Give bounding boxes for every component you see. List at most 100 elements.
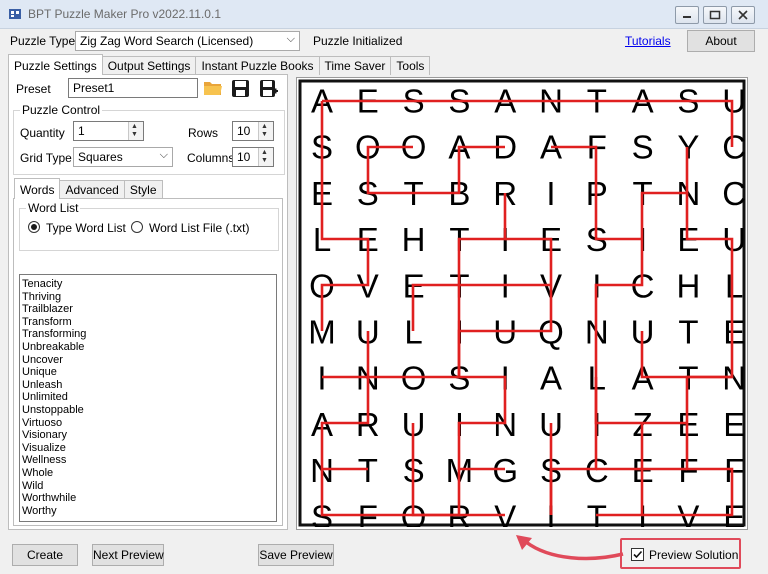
grid-letter: E	[723, 314, 745, 351]
title-bar: BPT Puzzle Maker Pro v2022.11.0.1	[0, 0, 768, 29]
tab-advanced[interactable]: Advanced	[59, 180, 125, 199]
quantity-stepper[interactable]: 1 ▲ ▼	[73, 121, 144, 141]
spin-buttons[interactable]: ▲ ▼	[258, 148, 273, 166]
tutorials-link[interactable]: Tutorials	[625, 34, 671, 48]
puzzle-grid: A E S S A N T A S US O O A D A F S Y CE S T B R I P T N CL E H T I E S I E U…	[298, 79, 746, 527]
word-item: Virtuoso	[22, 416, 63, 429]
puzzle-type-label: Puzzle Type	[10, 34, 76, 48]
grid-letter: G	[492, 452, 518, 489]
tab-output-settings[interactable]: Output Settings	[101, 56, 197, 75]
word-item: Unlimited	[22, 391, 68, 404]
save-icon[interactable]	[231, 79, 250, 98]
spin-buttons[interactable]: ▲ ▼	[258, 122, 273, 140]
tab-tools[interactable]: Tools	[390, 56, 431, 75]
grid-letter: L	[725, 267, 743, 304]
grid-letter: C	[722, 175, 746, 212]
grid-letter: F	[678, 452, 698, 489]
chevron-down-icon: ⌵	[159, 149, 168, 161]
grid-type-select[interactable]: Squares ⌵	[73, 147, 173, 167]
preset-label: Preset	[16, 82, 51, 96]
word-item: Unique	[22, 366, 57, 379]
minimize-button[interactable]	[675, 6, 699, 24]
annotation-arrow	[516, 535, 624, 561]
grid-type-value: Squares	[78, 150, 123, 164]
next-preview-button[interactable]: Next Preview	[92, 544, 164, 566]
word-item: Transforming	[22, 328, 87, 341]
sub-tabs: Words Advanced Style	[14, 178, 163, 199]
create-button[interactable]: Create	[12, 544, 78, 566]
grid-letter: T	[678, 314, 698, 351]
rows-stepper[interactable]: 10 ▲ ▼	[232, 121, 274, 141]
grid-letter: V	[494, 498, 516, 527]
rows-value: 10	[237, 124, 251, 138]
columns-value: 10	[237, 150, 251, 164]
maximize-button[interactable]	[703, 6, 727, 24]
grid-letter: H	[676, 267, 700, 304]
puzzle-type-select[interactable]: Zig Zag Word Search (Licensed) ⌵	[75, 31, 300, 51]
spin-buttons[interactable]: ▲ ▼	[128, 122, 143, 140]
about-button[interactable]: About	[687, 30, 755, 52]
puzzle-control-legend: Puzzle Control	[22, 103, 101, 117]
window-title: BPT Puzzle Maker Pro v2022.11.0.1	[28, 7, 221, 21]
word-item: Unbreakable	[22, 340, 85, 353]
tab-words[interactable]: Words	[14, 178, 61, 199]
minimize-icon	[683, 16, 691, 18]
word-item: Visionary	[22, 429, 68, 442]
app-icon	[9, 9, 21, 19]
word-item: Whole	[22, 466, 54, 479]
chevron-down-icon: ⌵	[286, 33, 295, 45]
preview-solution-checkbox[interactable]	[631, 548, 644, 561]
type-word-list-radio[interactable]	[28, 221, 40, 233]
grid-type-label: Grid Type	[20, 151, 72, 165]
grid-letter: E	[723, 406, 745, 443]
word-item: Tenacity	[22, 278, 63, 290]
quantity-value: 1	[78, 124, 85, 138]
close-button[interactable]	[731, 6, 755, 24]
open-folder-icon[interactable]	[203, 79, 223, 97]
tab-time-saver[interactable]: Time Saver	[318, 56, 392, 75]
grid-letter: V	[677, 498, 699, 527]
grid-letter: F	[358, 498, 378, 527]
preview-solution-label[interactable]: Preview Solution	[649, 548, 738, 562]
close-icon	[738, 10, 748, 20]
columns-label: Columns	[187, 151, 235, 165]
word-list-file-label[interactable]: Word List File (.txt)	[149, 221, 249, 235]
grid-letter: S	[632, 129, 654, 166]
word-item: Thriving	[22, 290, 62, 303]
columns-stepper[interactable]: 10 ▲ ▼	[232, 147, 274, 167]
status-text: Puzzle Initialized	[313, 34, 403, 48]
main-tabs: Puzzle Settings Output Settings Instant …	[8, 54, 431, 75]
solution-path	[549, 377, 598, 515]
grid-letter: T	[358, 452, 378, 489]
solution-path	[320, 331, 370, 471]
solution-path	[551, 145, 642, 241]
tab-puzzle-settings[interactable]: Puzzle Settings	[8, 54, 103, 75]
word-item: Wellness	[22, 454, 67, 467]
quantity-label: Quantity	[20, 126, 65, 140]
word-item: Unleash	[22, 378, 63, 391]
word-list-file-radio[interactable]	[131, 221, 143, 233]
save-as-icon[interactable]	[259, 79, 278, 98]
grid-letter: F	[724, 452, 744, 489]
grid-letter: I	[546, 175, 555, 212]
preset-input[interactable]: Preset1	[68, 78, 198, 98]
word-item: Worthy	[22, 504, 57, 517]
word-item: Transform	[22, 315, 72, 328]
solution-path	[322, 99, 734, 147]
solution-path	[322, 237, 553, 379]
grid-letter: H	[402, 221, 426, 258]
word-list-textarea[interactable]: Tenacity Thriving Trailblazer Transform …	[19, 274, 277, 522]
rows-label: Rows	[188, 126, 219, 140]
tab-instant-puzzle-books[interactable]: Instant Puzzle Books	[195, 56, 320, 75]
maximize-icon	[709, 10, 721, 20]
word-list-legend: Word List	[28, 201, 79, 215]
grid-letter: T	[587, 498, 607, 527]
grid-letter: C	[722, 129, 746, 166]
solution-path	[366, 145, 505, 195]
checkmark-icon	[633, 550, 643, 559]
save-preview-button[interactable]: Save Preview	[258, 544, 334, 566]
tab-style[interactable]: Style	[123, 180, 163, 199]
type-word-list-label[interactable]: Type Word List	[46, 221, 126, 235]
word-item: Worthwhile	[22, 492, 77, 505]
puzzle-type-value: Zig Zag Word Search (Licensed)	[80, 34, 254, 48]
